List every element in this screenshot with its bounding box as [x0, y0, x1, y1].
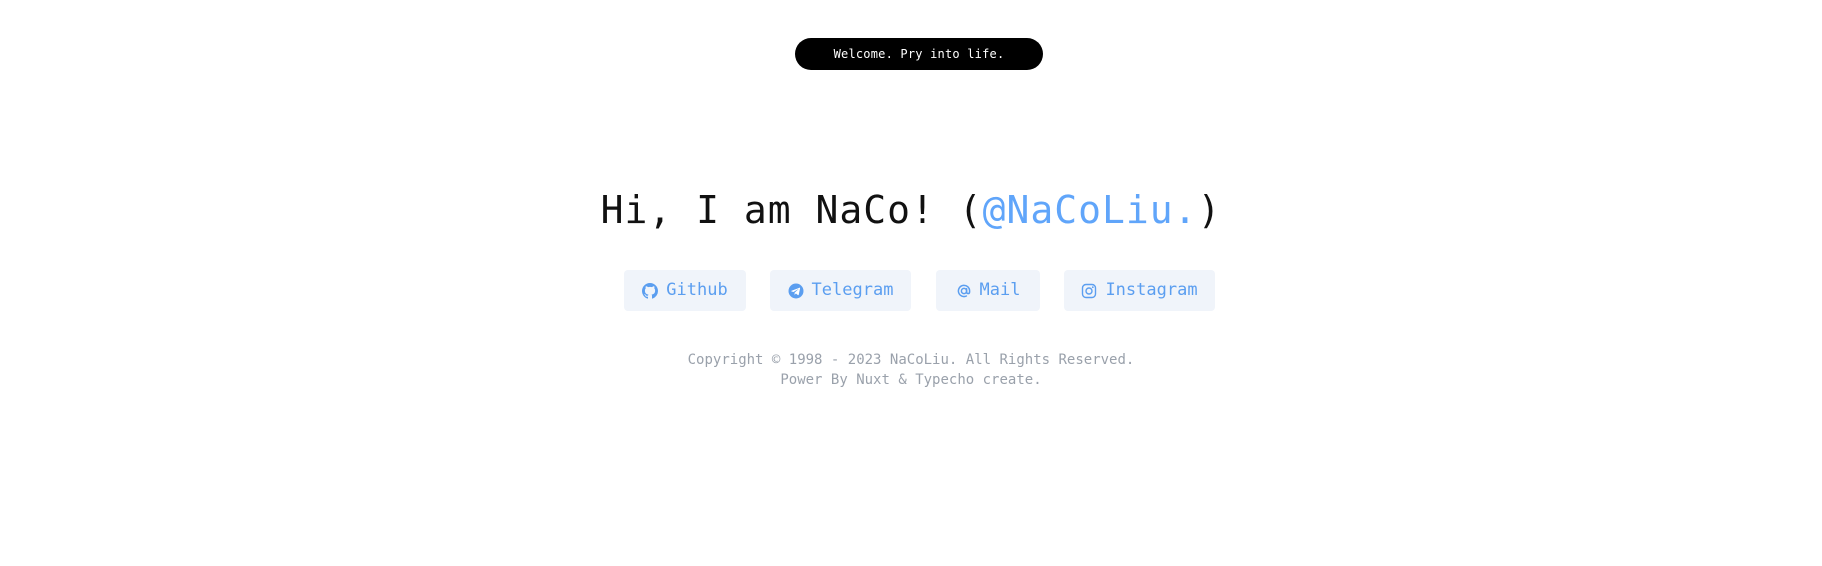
footer: Copyright © 1998 - 2023 NaCoLiu. All Rig…	[0, 350, 1822, 390]
telegram-button[interactable]: Telegram	[770, 270, 911, 311]
hero-handle[interactable]: @NaCoLiu.	[983, 188, 1198, 232]
github-button[interactable]: Github	[624, 270, 746, 311]
instagram-button[interactable]: Instagram	[1064, 270, 1215, 311]
github-icon	[642, 282, 659, 299]
social-links: Github Telegram Mail Instagram	[0, 270, 1822, 312]
powered-by-text: Power By Nuxt & Typecho create.	[780, 372, 1042, 388]
welcome-banner-text: Welcome. Pry into life.	[833, 47, 1005, 61]
mail-button[interactable]: Mail	[936, 270, 1040, 311]
instagram-label: Instagram	[1105, 280, 1198, 300]
telegram-label: Telegram	[811, 280, 894, 300]
copyright-text: Copyright © 1998 - 2023 NaCoLiu. All Rig…	[687, 352, 1135, 368]
at-icon	[956, 283, 972, 299]
hero-heading: Hi, I am NaCo! (@NaCoLiu.)	[0, 182, 1822, 238]
github-label: Github	[666, 280, 728, 300]
mail-label: Mail	[979, 280, 1021, 300]
telegram-icon	[788, 283, 804, 299]
welcome-banner: Welcome. Pry into life.	[795, 38, 1043, 70]
hero-suffix: )	[1197, 188, 1222, 232]
instagram-icon	[1081, 283, 1097, 299]
hero-greeting: Hi, I am NaCo! (	[600, 188, 983, 232]
